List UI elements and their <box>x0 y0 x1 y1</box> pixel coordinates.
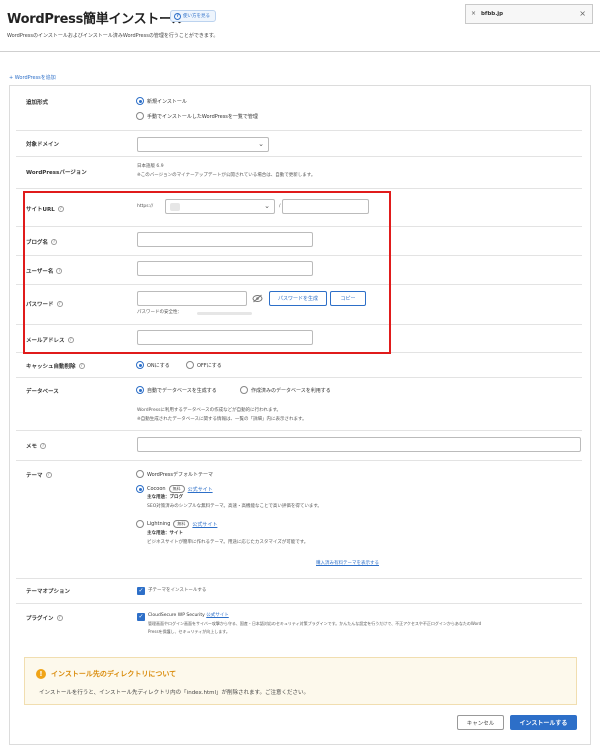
help-icon[interactable]: ? <box>45 472 52 478</box>
chevron-down-icon: ⌄ <box>258 140 264 148</box>
domain-select[interactable]: ⌄ <box>137 137 269 152</box>
radio-dot <box>136 520 144 528</box>
install-type-label: 追加形式 <box>26 100 49 106</box>
wp-version-label: WordPressバージョン <box>26 170 87 176</box>
notice-title: インストール先のディレクトリについて <box>51 670 177 678</box>
theme-label: テーマ? <box>26 472 52 479</box>
domain-tab-name: bfbb.jp <box>481 11 504 17</box>
howto-label: 使い方を見る <box>183 14 210 19</box>
install-button[interactable]: インストールする <box>510 715 577 730</box>
radio-label: 自動でデータベースを生成する <box>147 387 217 394</box>
radio-theme-lightning[interactable]: Lightning 無料 公式サイト <box>136 520 217 528</box>
lightning-desc: ビジネスサイトが簡単に作れるテーマ。用途に応じたカスタマイズが可能です。 <box>147 540 309 545</box>
plugin-desc-2: Pressを保護し、セキュリティが向上します。 <box>148 629 230 634</box>
radio-label: 新規インストール <box>147 98 187 105</box>
directory-notice: ! インストール先のディレクトリについて インストールを行うと、インストール先デ… <box>24 657 577 705</box>
cancel-button[interactable]: キャンセル <box>457 715 504 730</box>
cocoon-site-link[interactable]: 公式サイト <box>188 486 213 493</box>
notice-body: インストールを行うと、インストール先ディレクトリ内の「index.html」が削… <box>39 690 309 696</box>
add-wordpress-link[interactable]: + WordPressを追加 <box>9 74 56 81</box>
child-theme-checkbox[interactable]: ✓ <box>137 587 145 595</box>
database-note-2: ※自動生成されたデータベースに関する情報は、一覧の「詳細」内に表示されます。 <box>137 417 307 422</box>
free-badge: 無料 <box>173 520 190 528</box>
help-circle-icon: ? <box>174 12 181 20</box>
domain-tab[interactable]: × bfbb.jp × <box>465 4 593 24</box>
radio-label: 作成済みのデータベースを利用する <box>251 387 331 394</box>
radio-dot <box>136 112 144 120</box>
free-badge: 無料 <box>168 485 185 493</box>
wp-version-value: 日本語版 6.9 <box>137 164 164 169</box>
radio-label: 手動でインストールしたWordPressを一覧で管理 <box>147 113 258 120</box>
cocoon-desc: SEO対策済みのシンプルな無料テーマ。高速・高機能なことで高い評価を得ています。 <box>147 504 322 509</box>
radio-label: WordPressデフォルトテーマ <box>147 471 214 478</box>
row-theme-option: テーマオプション ✓ 子テーマをインストールする <box>16 579 582 604</box>
cocoon-recommend: 主な用途：ブログ <box>147 495 183 500</box>
help-icon[interactable]: ? <box>56 615 63 621</box>
radio-theme-default[interactable]: WordPressデフォルトテーマ <box>136 470 213 478</box>
database-note-1: WordPressに利用するデータベースの作成などが自動的に行われます。 <box>137 408 282 413</box>
page-subtitle: WordPressのインストールおよびインストール済みWordPressの管理を… <box>7 33 219 39</box>
row-install-type: 追加形式 新規インストール 手動でインストールしたWordPressを一覧で管理 <box>16 90 582 131</box>
wp-version-note: ※このバージョンのマイナーアップデートが公開されている場合は、自動で更新します。 <box>137 173 316 178</box>
radio-dot <box>136 386 144 394</box>
row-database: データベース 自動でデータベースを生成する 作成済みのデータベースを利用する W… <box>16 378 582 431</box>
lightning-site-link[interactable]: 公式サイト <box>192 521 217 528</box>
radio-label: ONにする <box>147 362 170 369</box>
radio-dot <box>136 97 144 105</box>
radio-dot <box>186 361 194 369</box>
plugin-site-link[interactable]: 公式サイト <box>206 613 229 618</box>
memo-input[interactable] <box>137 437 581 452</box>
database-label: データベース <box>26 389 59 395</box>
row-domain: 対象ドメイン ⌄ <box>16 131 582 157</box>
radio-manual-install[interactable]: 手動でインストールしたWordPressを一覧で管理 <box>136 112 258 120</box>
plugin-checkbox[interactable]: ✓ <box>137 613 145 621</box>
memo-label: メモ? <box>26 443 47 450</box>
lightning-recommend: 主な用途：サイト <box>147 531 183 536</box>
radio-db-auto[interactable]: 自動でデータベースを生成する <box>136 386 217 394</box>
howto-button[interactable]: ? 使い方を見る <box>170 10 216 22</box>
help-icon[interactable]: ? <box>78 363 85 369</box>
row-memo: メモ? <box>16 431 582 461</box>
radio-db-existing[interactable]: 作成済みのデータベースを利用する <box>240 386 331 394</box>
cache-label: キャッシュ自動削除? <box>26 363 85 370</box>
radio-cache-off[interactable]: OFFにする <box>186 361 222 369</box>
highlight-box <box>23 191 391 354</box>
alert-icon: ! <box>36 669 46 679</box>
theme-name: Cocoon <box>147 486 166 492</box>
row-plugin: プラグイン? ✓ CloudSecure WP Security 公式サイト 管… <box>16 604 582 648</box>
radio-theme-cocoon[interactable]: Cocoon 無料 公式サイト <box>136 485 213 493</box>
help-icon[interactable]: ? <box>40 443 47 449</box>
radio-dot <box>136 485 144 493</box>
row-cache: キャッシュ自動削除? ONにする OFFにする <box>16 354 582 378</box>
theme-name: Lightning <box>147 521 171 527</box>
close-icon[interactable]: × <box>579 9 586 18</box>
theme-option-label: テーマオプション <box>26 589 71 595</box>
paid-theme-link[interactable]: 購入済み有料テーマを表示する <box>316 560 379 568</box>
radio-dot <box>136 470 144 478</box>
page-title: WordPress簡単インストール <box>7 12 185 27</box>
radio-dot <box>240 386 248 394</box>
child-theme-label: 子テーマをインストールする <box>148 588 207 593</box>
domain-remove-icon[interactable]: × <box>471 10 476 17</box>
plugin-name-line: CloudSecure WP Security 公式サイト <box>148 612 229 620</box>
domain-label: 対象ドメイン <box>26 142 60 148</box>
radio-dot <box>136 361 144 369</box>
page-header: WordPress簡単インストール ? 使い方を見る WordPressのインス… <box>0 0 600 52</box>
radio-cache-on[interactable]: ONにする <box>136 361 170 369</box>
row-theme: テーマ? WordPressデフォルトテーマ Cocoon 無料 公式サイト 主… <box>16 461 582 579</box>
radio-new-install[interactable]: 新規インストール <box>136 97 187 105</box>
plugin-name: CloudSecure WP Security <box>148 613 205 618</box>
plugin-label: プラグイン? <box>26 615 63 622</box>
plugin-desc-1: 管理画面やログイン画面をサイバー攻撃から守る、国産・日本語対応のセキュリティ対策… <box>148 621 482 626</box>
row-wp-version: WordPressバージョン 日本語版 6.9 ※このバージョンのマイナーアップ… <box>16 157 582 189</box>
radio-label: OFFにする <box>197 362 222 369</box>
